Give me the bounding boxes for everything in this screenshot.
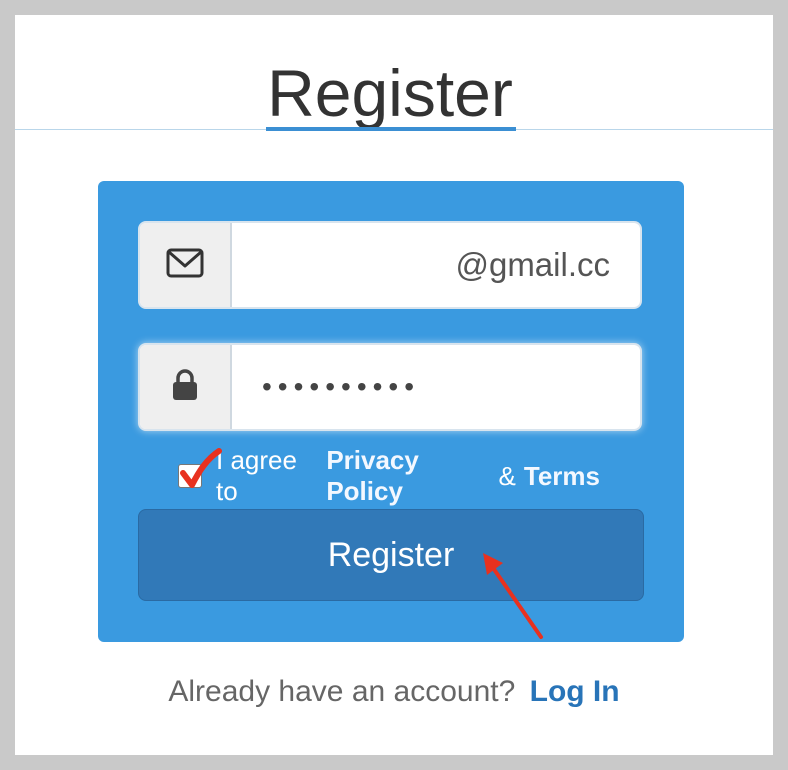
privacy-policy-link[interactable]: Privacy Policy bbox=[326, 445, 490, 507]
envelope-icon bbox=[166, 248, 204, 283]
lock-icon bbox=[172, 368, 198, 406]
agree-checkbox[interactable] bbox=[178, 448, 222, 488]
register-form-panel: @gmail.cc •••••••••• I agree to Privacy … bbox=[98, 181, 684, 642]
login-prompt: Already have an account? Log In bbox=[15, 675, 773, 709]
red-check-mark-icon bbox=[179, 447, 225, 498]
register-button[interactable]: Register bbox=[138, 509, 644, 601]
password-field: •••••••••• bbox=[138, 343, 642, 431]
email-field: @gmail.cc bbox=[138, 221, 642, 309]
register-page: Register @gmail.cc •••••••••• I agree to… bbox=[15, 15, 773, 755]
login-link[interactable]: Log In bbox=[530, 675, 620, 708]
agree-label: I agree to bbox=[216, 445, 297, 506]
email-addon bbox=[140, 223, 232, 307]
terms-link[interactable]: Terms bbox=[524, 461, 600, 492]
email-input[interactable]: @gmail.cc bbox=[232, 223, 640, 307]
password-input[interactable]: •••••••••• bbox=[232, 345, 640, 429]
agree-ampersand: & bbox=[498, 460, 516, 491]
login-prompt-text: Already have an account? bbox=[168, 675, 516, 708]
password-addon bbox=[140, 345, 232, 429]
agree-row: I agree to Privacy Policy & Terms bbox=[178, 445, 608, 506]
page-title: Register bbox=[267, 56, 513, 130]
title-underline bbox=[266, 127, 516, 131]
red-arrow-icon bbox=[479, 547, 549, 648]
